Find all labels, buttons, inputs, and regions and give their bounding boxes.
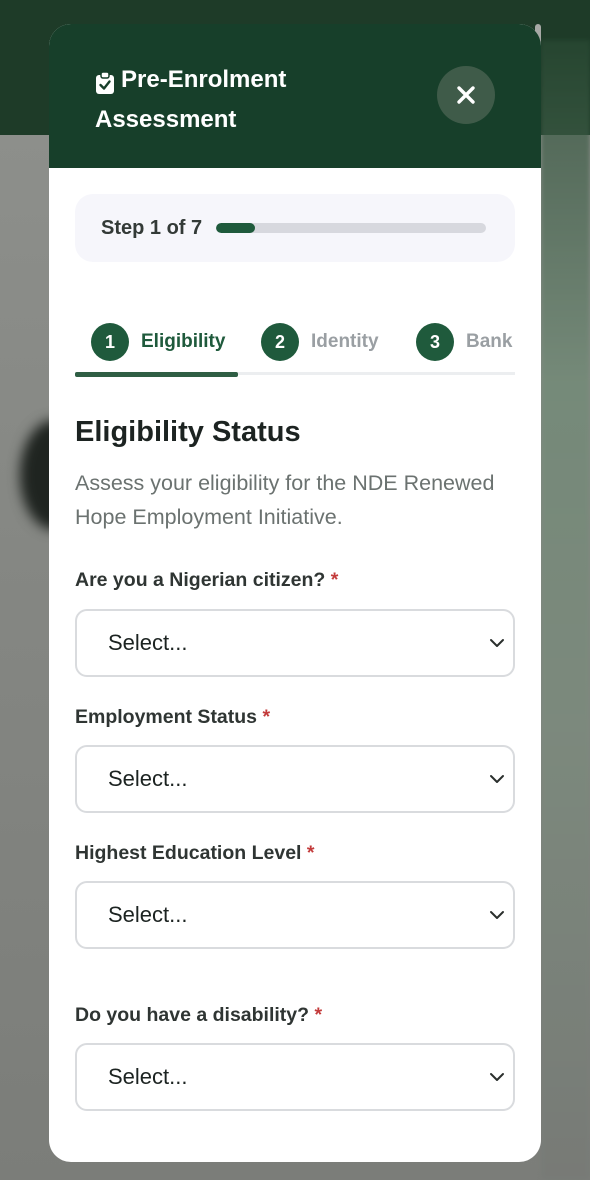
modal-title-line2: Assessment <box>95 106 237 133</box>
field-label-text: Do you have a disability? <box>75 1004 310 1026</box>
progress-bar-fill <box>216 223 255 233</box>
required-mark: * <box>330 569 339 591</box>
close-icon <box>457 86 475 104</box>
disability-select[interactable]: Select... <box>75 1043 515 1111</box>
tab-number: 2 <box>261 323 299 361</box>
field-label-education: Highest Education Level * <box>75 842 314 865</box>
required-mark: * <box>314 1004 323 1026</box>
field-label-text: Employment Status <box>75 706 258 728</box>
required-mark: * <box>306 842 315 864</box>
clipboard-check-icon <box>95 68 115 94</box>
background-edge <box>541 40 590 1180</box>
education-level-select[interactable]: Select... <box>75 881 515 949</box>
modal-title-line1: Pre-Enrolment <box>121 66 287 93</box>
section-title: Eligibility Status <box>75 416 301 448</box>
tab-label: Identity <box>311 331 379 352</box>
modal-header: Pre-Enrolment Assessment <box>49 24 541 168</box>
citizen-select[interactable]: Select... <box>75 609 515 677</box>
tab-identity[interactable]: 2 Identity <box>261 309 379 375</box>
modal-title: Pre-Enrolment Assessment <box>95 60 395 140</box>
active-tab-indicator <box>75 372 238 377</box>
step-indicator: Step 1 of 7 <box>101 216 203 239</box>
field-label-disability: Do you have a disability? * <box>75 1004 322 1027</box>
select-value: Select... <box>108 902 188 927</box>
tab-number: 1 <box>91 323 129 361</box>
tab-eligibility[interactable]: 1 Eligibility <box>91 309 225 375</box>
progress-card: Step 1 of 7 <box>75 194 515 262</box>
close-button[interactable] <box>437 66 495 124</box>
tab-bank[interactable]: 3 Bank <box>416 309 512 375</box>
field-label-employment: Employment Status * <box>75 706 270 729</box>
chevron-down-icon <box>490 639 504 647</box>
select-value: Select... <box>108 1064 188 1089</box>
tab-label: Bank <box>466 331 513 352</box>
step-tabs: 1 Eligibility 2 Identity 3 Bank <box>75 309 515 377</box>
field-label-text: Highest Education Level <box>75 842 302 864</box>
select-value: Select... <box>108 766 188 791</box>
select-value: Select... <box>108 630 188 655</box>
field-label-text: Are you a Nigerian citizen? <box>75 569 326 591</box>
chevron-down-icon <box>490 775 504 783</box>
field-label-citizen: Are you a Nigerian citizen? * <box>75 569 338 592</box>
section-description: Assess your eligibility for the NDE Rene… <box>75 471 495 529</box>
required-mark: * <box>262 706 271 728</box>
assessment-modal: Pre-Enrolment Assessment Step 1 of 7 1 E… <box>49 24 541 1162</box>
tab-number: 3 <box>416 323 454 361</box>
employment-status-select[interactable]: Select... <box>75 745 515 813</box>
tab-label: Eligibility <box>141 331 226 352</box>
chevron-down-icon <box>490 1073 504 1081</box>
progress-bar <box>216 223 487 233</box>
chevron-down-icon <box>490 911 504 919</box>
